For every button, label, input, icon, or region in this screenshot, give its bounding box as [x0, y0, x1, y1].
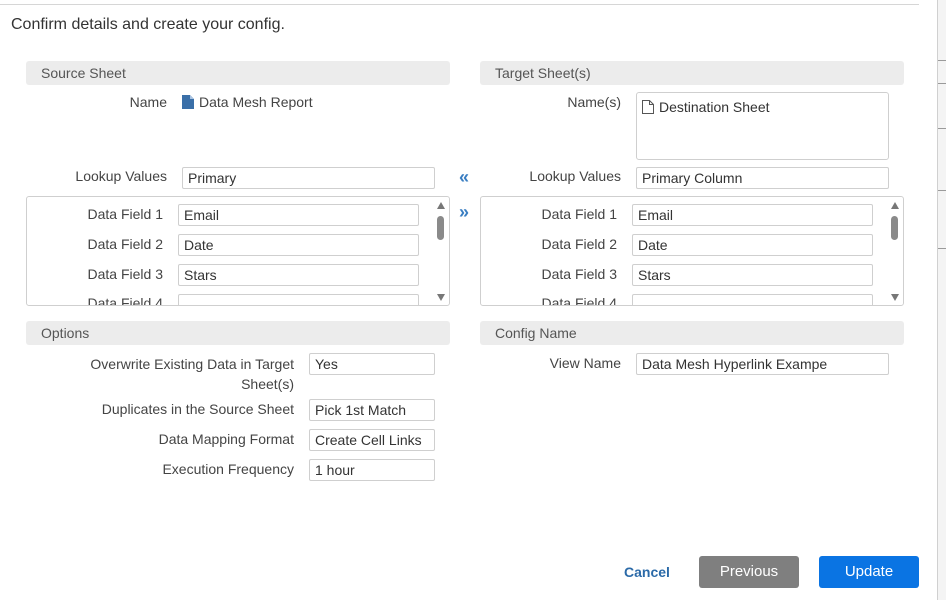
target-names-value: Destination Sheet	[659, 99, 770, 115]
options-header: Options	[26, 321, 450, 345]
document-filled-icon	[182, 95, 194, 109]
source-sheet-header: Source Sheet	[26, 61, 450, 85]
source-name-label: Name	[129, 94, 167, 110]
target-lookup-label: Lookup Values	[529, 168, 621, 184]
view-name-label: View Name	[549, 355, 621, 371]
cancel-button[interactable]: Cancel	[612, 556, 682, 588]
target-lookup-field[interactable]: Primary Column	[636, 167, 889, 189]
scroll-down-icon[interactable]	[891, 294, 899, 301]
target-field-3-input[interactable]: Stars	[632, 264, 873, 286]
source-lookup-field[interactable]: Primary	[182, 167, 435, 189]
double-chevron-right-icon[interactable]: »	[459, 203, 469, 221]
double-chevron-left-icon[interactable]: «	[459, 168, 469, 186]
target-fields-list[interactable]: Data Field 1 Email Data Field 2 Date Dat…	[480, 196, 904, 306]
source-name-value: Data Mesh Report	[199, 94, 313, 110]
source-scrollbar-thumb[interactable]	[437, 216, 444, 240]
source-field-1-input[interactable]: Email	[178, 204, 419, 226]
target-scrollbar-thumb[interactable]	[891, 216, 898, 240]
target-sheet-header: Target Sheet(s)	[480, 61, 904, 85]
duplicates-label: Duplicates in the Source Sheet	[101, 401, 294, 417]
source-field-2-label: Data Field 2	[87, 236, 163, 252]
background-window-edge	[937, 0, 946, 600]
view-name-input[interactable]: Data Mesh Hyperlink Exampe	[636, 353, 889, 375]
target-field-2-label: Data Field 2	[541, 236, 617, 252]
source-field-3-input[interactable]: Stars	[178, 264, 419, 286]
target-names-field[interactable]: Destination Sheet	[636, 92, 889, 160]
source-field-3-label: Data Field 3	[87, 266, 163, 282]
top-divider	[0, 4, 919, 5]
config-name-header: Config Name	[480, 321, 904, 345]
scroll-down-icon[interactable]	[437, 294, 445, 301]
mapping-format-label: Data Mapping Format	[158, 431, 294, 447]
scroll-up-icon[interactable]	[437, 202, 445, 209]
mapping-format-select[interactable]: Create Cell Links	[309, 429, 435, 451]
source-field-2-input[interactable]: Date	[178, 234, 419, 256]
source-fields-list[interactable]: Data Field 1 Email Data Field 2 Date Dat…	[26, 196, 450, 306]
frequency-select[interactable]: 1 hour	[309, 459, 435, 481]
overwrite-select[interactable]: Yes	[309, 353, 435, 375]
target-field-2-input[interactable]: Date	[632, 234, 873, 256]
overwrite-label: Overwrite Existing Data in Target Sheet(…	[90, 356, 294, 392]
target-field-3-label: Data Field 3	[541, 266, 617, 282]
scroll-up-icon[interactable]	[891, 202, 899, 209]
source-lookup-label: Lookup Values	[75, 168, 167, 184]
frequency-label: Execution Frequency	[162, 461, 294, 477]
target-field-1-label: Data Field 1	[541, 206, 617, 222]
source-field-4-label: Data Field 4	[87, 295, 163, 306]
previous-button[interactable]: Previous	[699, 556, 799, 588]
update-button[interactable]: Update	[819, 556, 919, 588]
dialog-heading: Confirm details and create your config.	[11, 16, 285, 33]
document-outline-icon	[642, 100, 654, 114]
source-field-1-label: Data Field 1	[87, 206, 163, 222]
source-name[interactable]: Data Mesh Report	[182, 93, 313, 111]
duplicates-select[interactable]: Pick 1st Match	[309, 399, 435, 421]
target-field-4-label: Data Field 4	[541, 295, 617, 306]
target-field-1-input[interactable]: Email	[632, 204, 873, 226]
target-names-label: Name(s)	[567, 94, 621, 110]
source-field-4-input[interactable]	[178, 294, 419, 305]
target-field-4-input[interactable]	[632, 294, 873, 305]
